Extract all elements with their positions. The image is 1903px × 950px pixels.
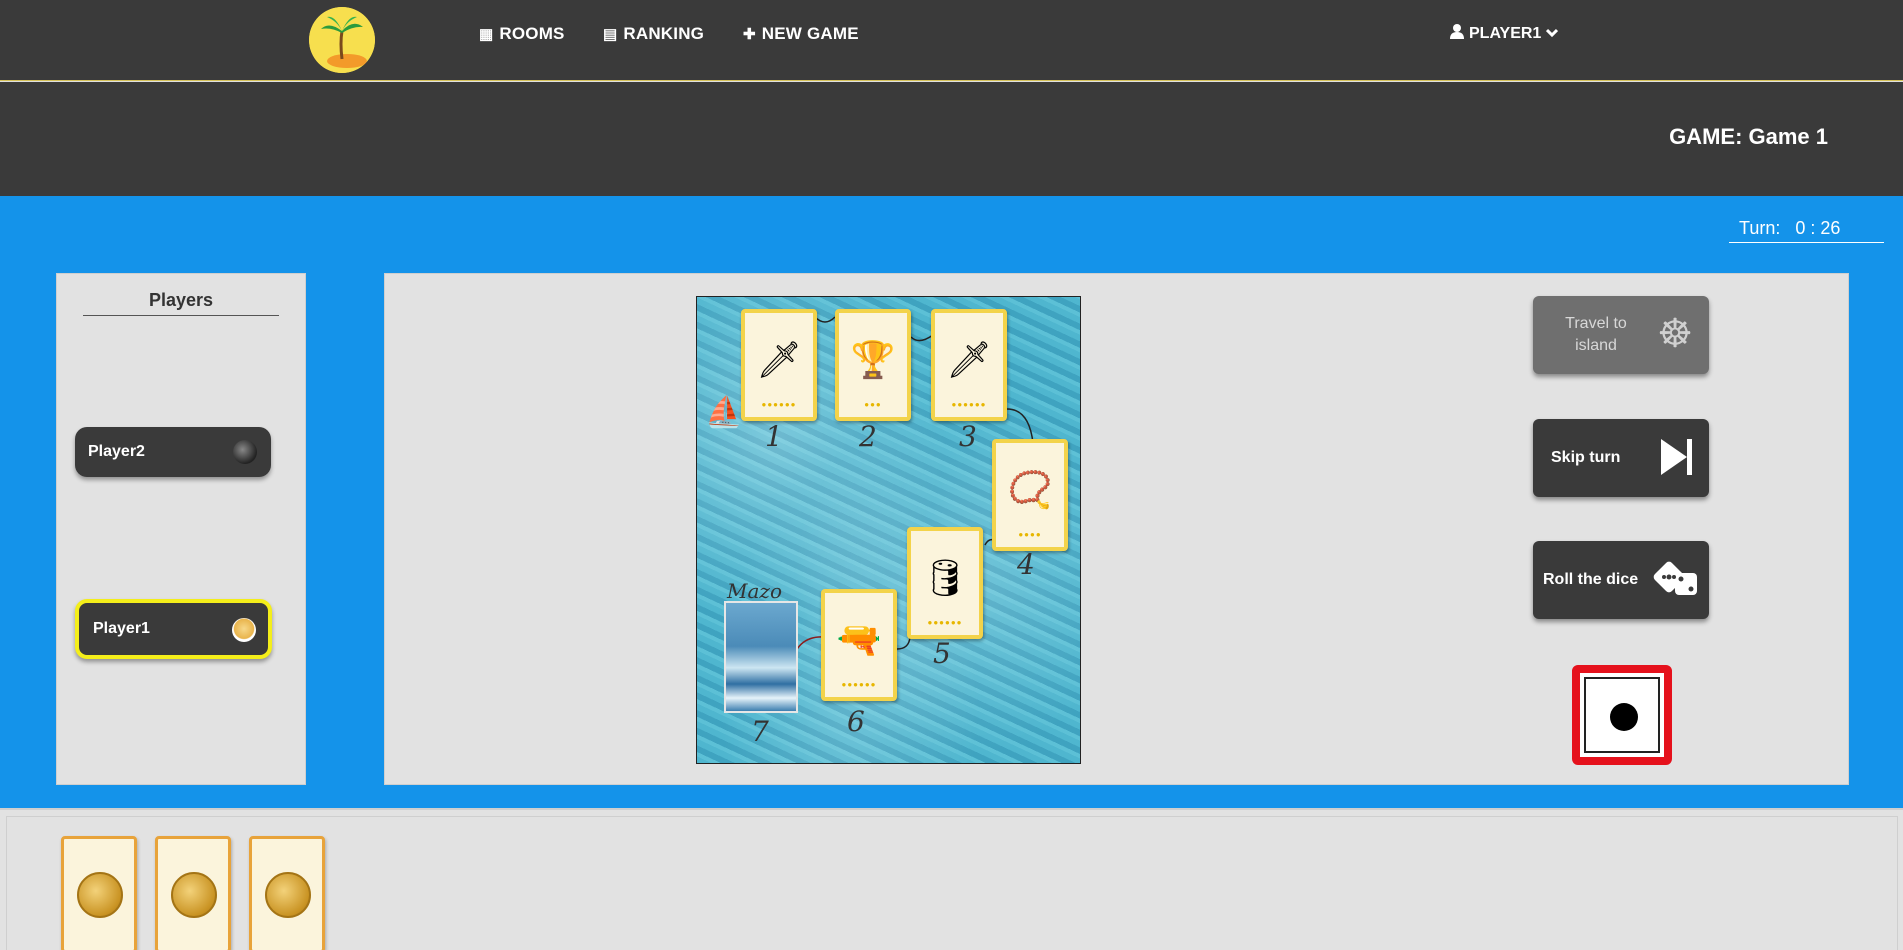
chevron-down-icon [1546,25,1559,43]
hand-card-coin[interactable] [249,836,325,950]
navbar: ▦ ROOMS ▤ RANKING ✚ NEW GAME PLAYER1 [0,0,1903,81]
skip-turn-button[interactable]: Skip turn [1533,419,1709,497]
board-card-2[interactable]: 🏆 ●●● [835,309,911,421]
grid-icon: ▦ [479,26,494,43]
sword-icon: 🗡 [756,339,802,380]
skip-icon [1653,435,1697,479]
game-title: GAME: Game 1 [1669,124,1828,149]
dice-pip [1610,703,1638,731]
ranking-icon: ▤ [603,26,618,43]
game-board: ⛵ 🗡 ●●●●●● 1 🏆 ●●● 2 🗡 ●●●●●● 3 📿 ●●●● 4 [696,296,1081,764]
pirate-ship-icon: ⛵ [705,396,743,429]
game-area: Turn: 0 : 26 Players Player2 Player1 ⛵ 🗡… [0,196,1903,808]
hand-card-coin[interactable] [61,836,137,950]
board-card-3[interactable]: 🗡 ●●●●●● [931,309,1007,421]
nav-new-game-label: NEW GAME [761,24,859,43]
nav-rooms[interactable]: ▦ ROOMS [479,24,565,44]
coin-icon [171,872,217,918]
coin-icon [77,872,123,918]
nav-new-game[interactable]: ✚ NEW GAME [743,24,859,44]
players-title: Players [83,290,279,316]
card-number: 6 [847,705,865,738]
card-number: 3 [959,420,977,453]
coin-icon [265,872,311,918]
board-card-6[interactable]: 🔫 ●●●●●● [821,589,897,701]
roll-dice-button[interactable]: Roll the dice [1533,541,1709,619]
pistol-icon: 🔫 [836,619,882,660]
deck-label: Mazo [727,579,782,603]
user-menu[interactable]: PLAYER1 [1450,24,1559,44]
hand-card-coin[interactable] [155,836,231,950]
player1-avatar [232,618,256,642]
player2-avatar [233,440,257,464]
user-menu-label: PLAYER1 [1469,25,1542,42]
nav-rooms-label: ROOMS [499,24,565,43]
turn-timer: Turn: 0 : 26 [1729,218,1884,243]
player-chip-player1[interactable]: Player1 [75,599,272,659]
player-chip-player2[interactable]: Player2 [75,427,271,477]
players-panel: Players Player2 Player1 [56,273,306,785]
card-number: 2 [859,420,877,453]
sword-icon: 🗡 [946,339,992,380]
user-icon [1450,24,1464,44]
card-number: 5 [933,637,951,670]
goblet-icon: 🏆 [850,339,896,380]
board-panel: ⛵ 🗡 ●●●●●● 1 🏆 ●●● 2 🗡 ●●●●●● 3 📿 ●●●● 4 [384,273,1849,785]
player-name: Player1 [93,620,150,637]
island-logo[interactable] [309,7,375,73]
turn-label: Turn: [1739,218,1781,238]
card-number: 4 [1017,548,1035,581]
dice-result [1572,665,1672,765]
dice-icon [1653,557,1697,601]
rum-barrel-icon: 🛢 [922,557,968,598]
deck-card[interactable] [724,601,798,713]
skip-label: Skip turn [1551,449,1621,466]
plus-icon: ✚ [743,26,756,43]
board-card-1[interactable]: 🗡 ●●●●●● [741,309,817,421]
board-card-4[interactable]: 📿 ●●●● [992,439,1068,551]
card-number: 1 [765,420,783,453]
travel-label: Travel to island [1565,315,1627,354]
roll-label: Roll the dice [1543,571,1639,588]
card-number: 7 [751,715,769,748]
necklace-icon: 📿 [1007,469,1053,510]
player-name: Player2 [88,443,145,460]
board-card-5[interactable]: 🛢 ●●●●●● [907,527,983,639]
travel-to-island-button[interactable]: Travel to island ☸ [1533,296,1709,374]
ship-wheel-icon: ☸ [1657,312,1693,356]
turn-time: 0 : 26 [1795,218,1841,238]
game-header: GAME: Game 1 [0,82,1903,196]
hand-area [0,808,1903,950]
nav-ranking[interactable]: ▤ RANKING [603,24,704,44]
nav-ranking-label: RANKING [623,24,705,43]
